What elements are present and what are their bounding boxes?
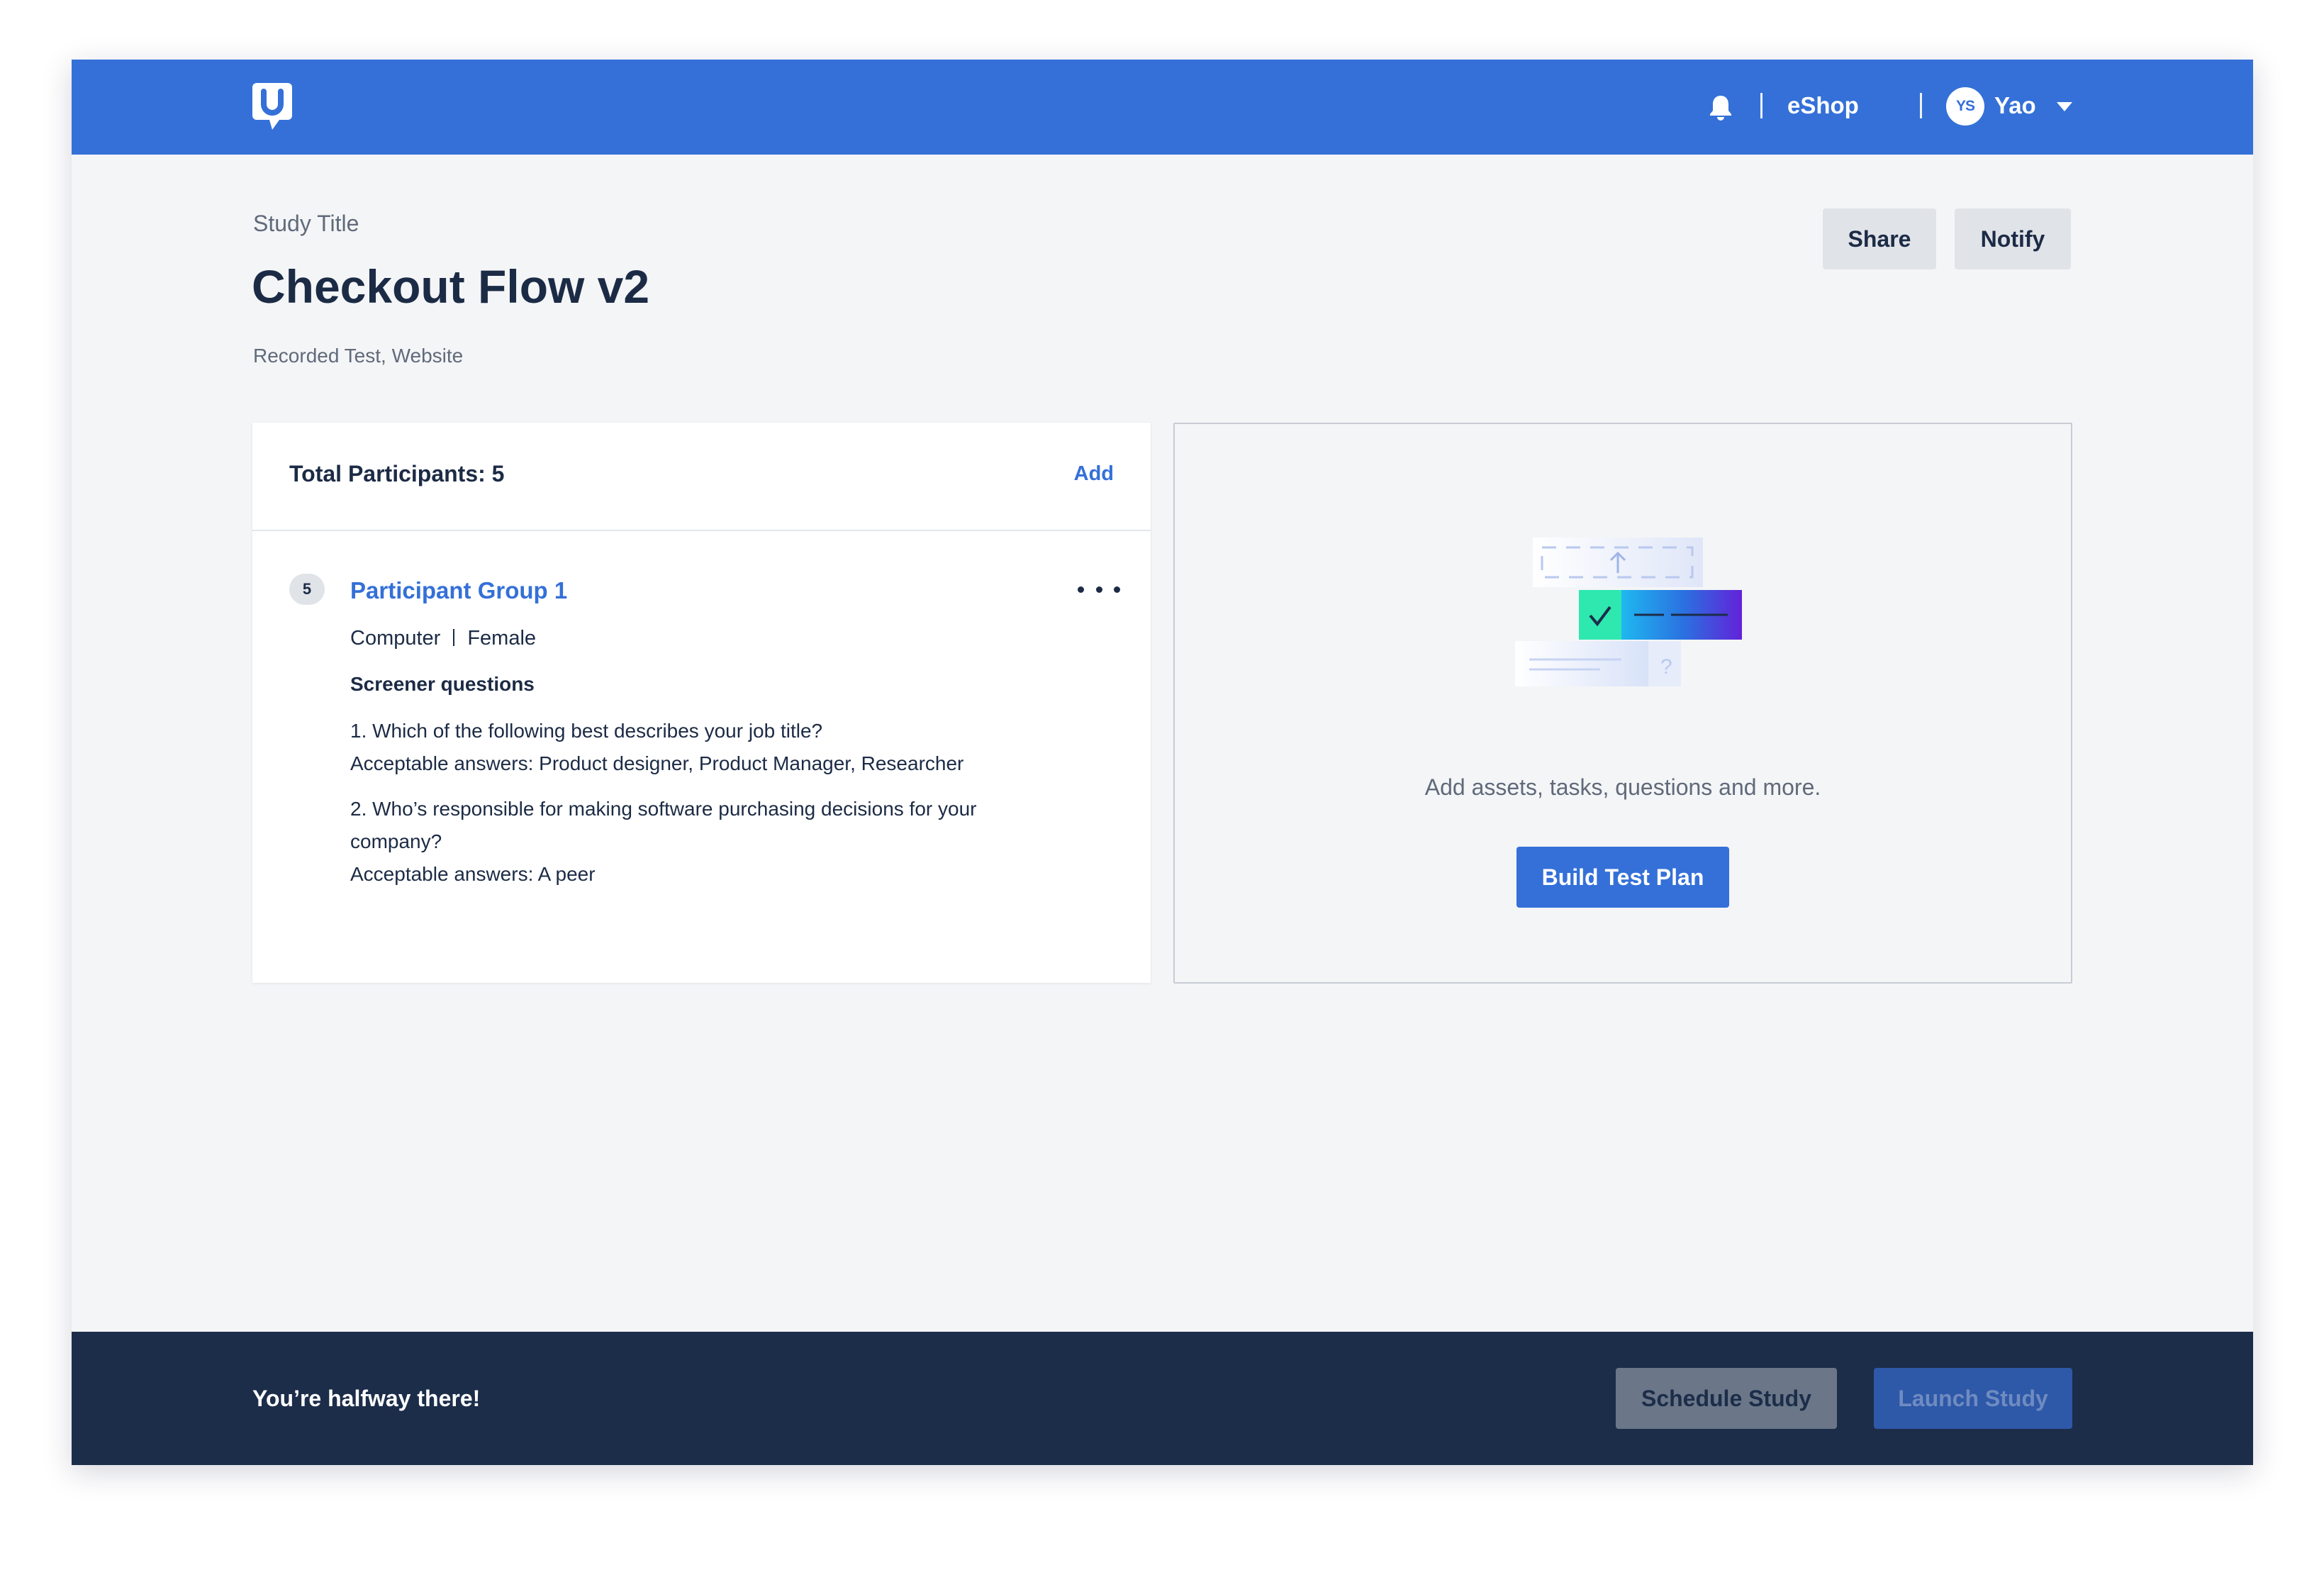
nav-divider: [1920, 93, 1922, 118]
share-button[interactable]: Share: [1823, 208, 1936, 269]
notify-button[interactable]: Notify: [1955, 208, 2071, 269]
more-options-icon[interactable]: [1078, 579, 1120, 600]
tag-divider: [453, 629, 455, 646]
study-title-label: Study Title: [253, 211, 359, 236]
user-chevron-down-icon[interactable]: [2057, 102, 2072, 111]
schedule-study-button[interactable]: Schedule Study: [1616, 1368, 1837, 1429]
avatar[interactable]: YS: [1946, 87, 1984, 126]
participants-card-header: Total Participants: 5 Add: [252, 423, 1151, 531]
gender-tag: Female: [467, 627, 537, 650]
screener-heading: Screener questions: [350, 673, 535, 695]
test-plan-prompt: Add assets, tasks, questions and more.: [1424, 774, 1821, 800]
bell-icon[interactable]: [1706, 93, 1735, 121]
page-title: Checkout Flow v2: [252, 260, 650, 313]
device-tag: Computer: [350, 627, 441, 650]
group-demographics: Computer Female: [350, 627, 536, 650]
footer-bar: You’re halfway there! Schedule Study Lau…: [72, 1332, 2253, 1465]
screener-question: 2. Who’s responsible for making software…: [350, 798, 977, 852]
top-nav-bar: eShop YS Yao: [72, 60, 2253, 155]
progress-message: You’re halfway there!: [252, 1386, 481, 1411]
user-menu-label[interactable]: Yao: [1994, 91, 2036, 121]
group-count-badge: 5: [289, 574, 325, 605]
test-plan-panel: ? Add assets, tasks, questions and more.…: [1173, 423, 2072, 984]
add-participants-link[interactable]: Add: [1074, 462, 1114, 486]
svg-text:?: ?: [1660, 655, 1672, 679]
build-test-plan-button[interactable]: Build Test Plan: [1516, 847, 1729, 908]
test-plan-illustration-icon: ?: [1515, 538, 1749, 686]
nav-divider: [1760, 93, 1762, 118]
launch-study-button[interactable]: Launch Study: [1874, 1368, 2072, 1429]
screener-question: 1. Which of the following best describes…: [350, 720, 823, 742]
participant-group-name[interactable]: Participant Group 1: [350, 577, 567, 604]
screener-answers: Acceptable answers: A peer: [350, 863, 596, 885]
org-switcher-label[interactable]: eShop: [1787, 91, 1859, 121]
study-type: Recorded Test, Website: [253, 345, 464, 367]
participants-card: Total Participants: 5 Add 5 Participant …: [252, 423, 1151, 983]
app-window: eShop YS Yao Study Title Checkout Flow v…: [72, 60, 2253, 1465]
screener-answers: Acceptable answers: Product designer, Pr…: [350, 752, 964, 774]
usertesting-logo-icon[interactable]: [252, 83, 292, 130]
total-participants: Total Participants: 5: [289, 461, 505, 486]
